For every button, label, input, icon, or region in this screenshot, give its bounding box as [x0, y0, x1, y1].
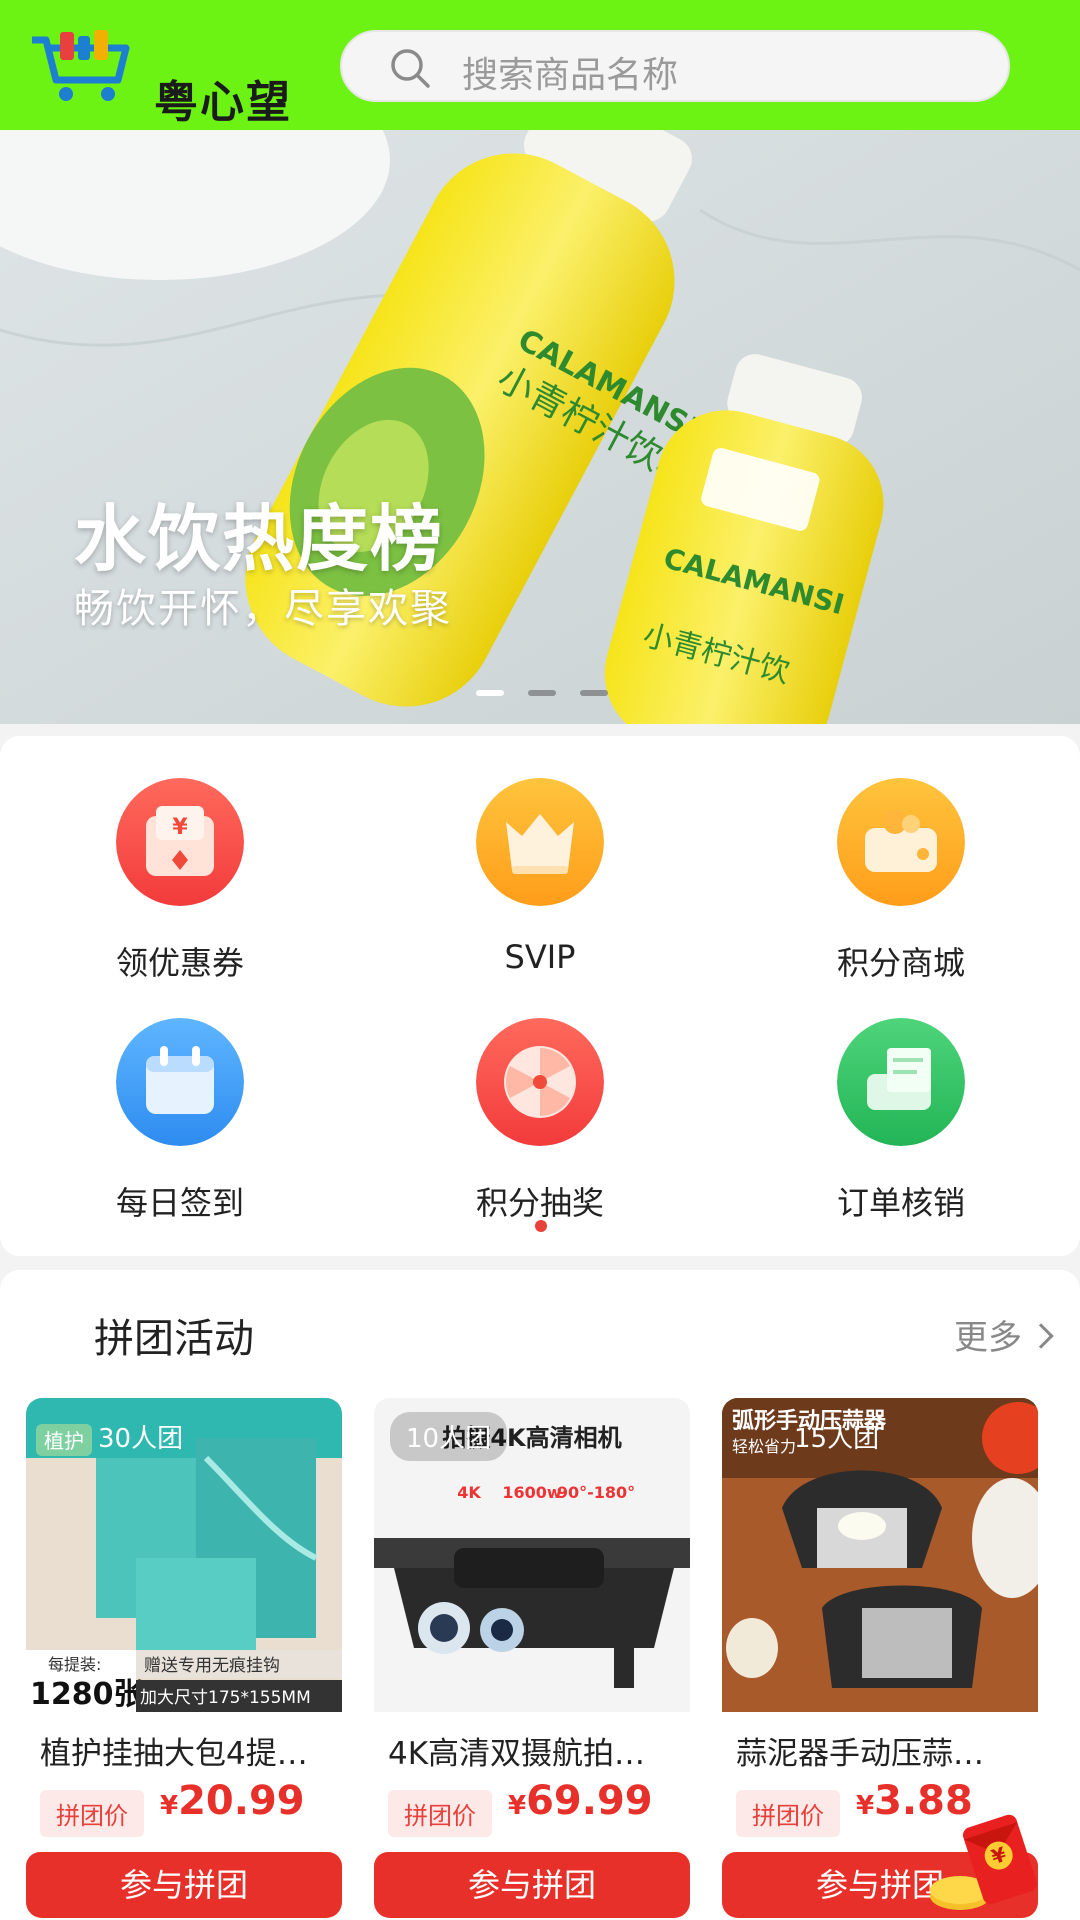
- points-mall-icon: [837, 778, 965, 906]
- crown-icon: [476, 778, 604, 906]
- shopping-cart-logo-icon: [32, 30, 130, 101]
- price-value: 20.99: [178, 1778, 305, 1824]
- svg-text:植护: 植护: [44, 1429, 84, 1453]
- currency-symbol: ¥: [508, 1791, 527, 1821]
- carousel-dot[interactable]: [528, 690, 556, 696]
- svg-text:加大尺寸175*155MM: 加大尺寸175*155MM: [140, 1688, 311, 1708]
- banner-product-image: CALAMANSI 小青柠汁饮料 CALAMANSI 小青柠汁饮: [0, 130, 1080, 724]
- group-price-tag: 拼团价: [40, 1790, 144, 1837]
- price-value: 69.99: [526, 1778, 653, 1824]
- group-buy-section: 拼团活动 更多 植护 每提装: 1280张 赠送专用无痕挂钩 加大尺寸175*1…: [0, 1270, 1080, 1920]
- product-image[interactable]: 拍摄4K高清相机 4K 1600w 90°-180° 10人团: [374, 1398, 690, 1712]
- product-name: 植护挂抽大包4提…: [40, 1736, 308, 1772]
- product-card[interactable]: 拍摄4K高清相机 4K 1600w 90°-180° 10人团 4K高清双摄航拍…: [374, 1398, 690, 1918]
- red-envelope-float-icon[interactable]: ¥: [920, 1810, 1040, 1920]
- search-icon: [391, 49, 430, 88]
- menu-item-coupon[interactable]: ¥ 领优惠券: [60, 778, 300, 1008]
- join-group-button[interactable]: 参与拼团: [374, 1852, 690, 1918]
- receipt-icon: [837, 1018, 965, 1146]
- product-name: 4K高清双摄航拍…: [388, 1736, 646, 1772]
- section-title: 拼团活动: [94, 1316, 254, 1362]
- join-group-button[interactable]: 参与拼团: [26, 1852, 342, 1918]
- group-size-badge: 30人团: [98, 1424, 184, 1454]
- banner-title: 水饮热度榜: [74, 497, 445, 581]
- carousel-dot-active[interactable]: [476, 690, 504, 696]
- menu-label: 积分商城: [836, 944, 965, 982]
- carousel-dot[interactable]: [580, 690, 608, 696]
- currency-symbol: ¥: [856, 1791, 875, 1821]
- svg-text:90°-180°: 90°-180°: [557, 1483, 635, 1502]
- currency-symbol: ¥: [160, 1791, 179, 1821]
- menu-item-svip[interactable]: SVIP: [420, 778, 660, 1008]
- brand-name: 粤心望: [154, 77, 292, 128]
- group-size-badge: 15人团: [794, 1424, 880, 1454]
- group-size-badge: 10人团: [390, 1412, 508, 1461]
- menu-label: 领优惠券: [115, 944, 244, 982]
- product-name: 蒜泥器手动压蒜…: [736, 1736, 984, 1772]
- menu-page-indicator: [535, 1220, 547, 1232]
- svg-text:4K: 4K: [457, 1483, 481, 1502]
- svg-text:每提装:: 每提装:: [48, 1655, 101, 1674]
- svg-text:1280张: 1280张: [30, 1677, 144, 1712]
- search-bar[interactable]: 搜索商品名称: [340, 30, 1010, 102]
- menu-label: 每日签到: [115, 1184, 244, 1222]
- more-label: 更多: [954, 1318, 1022, 1358]
- menu-label: SVIP: [504, 938, 576, 976]
- svg-text:1600w: 1600w: [502, 1483, 562, 1502]
- product-image[interactable]: 弧形手动压蒜器 轻松省力 15人团: [722, 1398, 1038, 1712]
- top-header: 粤心望 搜索商品名称: [0, 0, 1080, 130]
- promo-banner[interactable]: CALAMANSI 小青柠汁饮料 CALAMANSI 小青柠汁饮 水饮热度榜 畅…: [0, 130, 1080, 724]
- group-price-tag: 拼团价: [736, 1790, 840, 1837]
- menu-label: 订单核销: [836, 1184, 965, 1222]
- menu-item-order-verify[interactable]: 订单核销: [781, 1018, 1021, 1248]
- quick-menu: ¥ 领优惠券 SVIP 积分商城 每日签到 积分抽奖 订单核销: [0, 736, 1080, 1256]
- carousel-indicator[interactable]: [476, 690, 608, 696]
- brand-logo[interactable]: 粤心望: [26, 28, 306, 128]
- menu-item-daily-checkin[interactable]: 每日签到: [60, 1018, 300, 1248]
- svg-text:赠送专用无痕挂钩: 赠送专用无痕挂钩: [144, 1656, 280, 1676]
- product-price: ¥20.99: [160, 1778, 305, 1824]
- menu-item-points-mall[interactable]: 积分商城: [781, 778, 1021, 1008]
- coupon-icon: ¥: [116, 778, 244, 906]
- menu-item-points-lottery[interactable]: 积分抽奖: [420, 1018, 660, 1248]
- product-card[interactable]: 植护 每提装: 1280张 赠送专用无痕挂钩 加大尺寸175*155MM 30人…: [26, 1398, 342, 1918]
- chevron-right-icon: [1028, 1323, 1054, 1349]
- banner-subtitle: 畅饮开怀，尽享欢聚: [74, 586, 452, 632]
- product-image[interactable]: 植护 每提装: 1280张 赠送专用无痕挂钩 加大尺寸175*155MM 30人…: [26, 1398, 342, 1712]
- lottery-wheel-icon: [476, 1018, 604, 1146]
- menu-label: 积分抽奖: [475, 1184, 604, 1222]
- svg-text:¥: ¥: [172, 815, 188, 840]
- calendar-icon: [116, 1018, 244, 1146]
- more-link[interactable]: 更多: [954, 1310, 1054, 1359]
- search-placeholder: 搜索商品名称: [462, 55, 679, 96]
- group-price-tag: 拼团价: [388, 1790, 492, 1837]
- product-price: ¥69.99: [508, 1778, 653, 1824]
